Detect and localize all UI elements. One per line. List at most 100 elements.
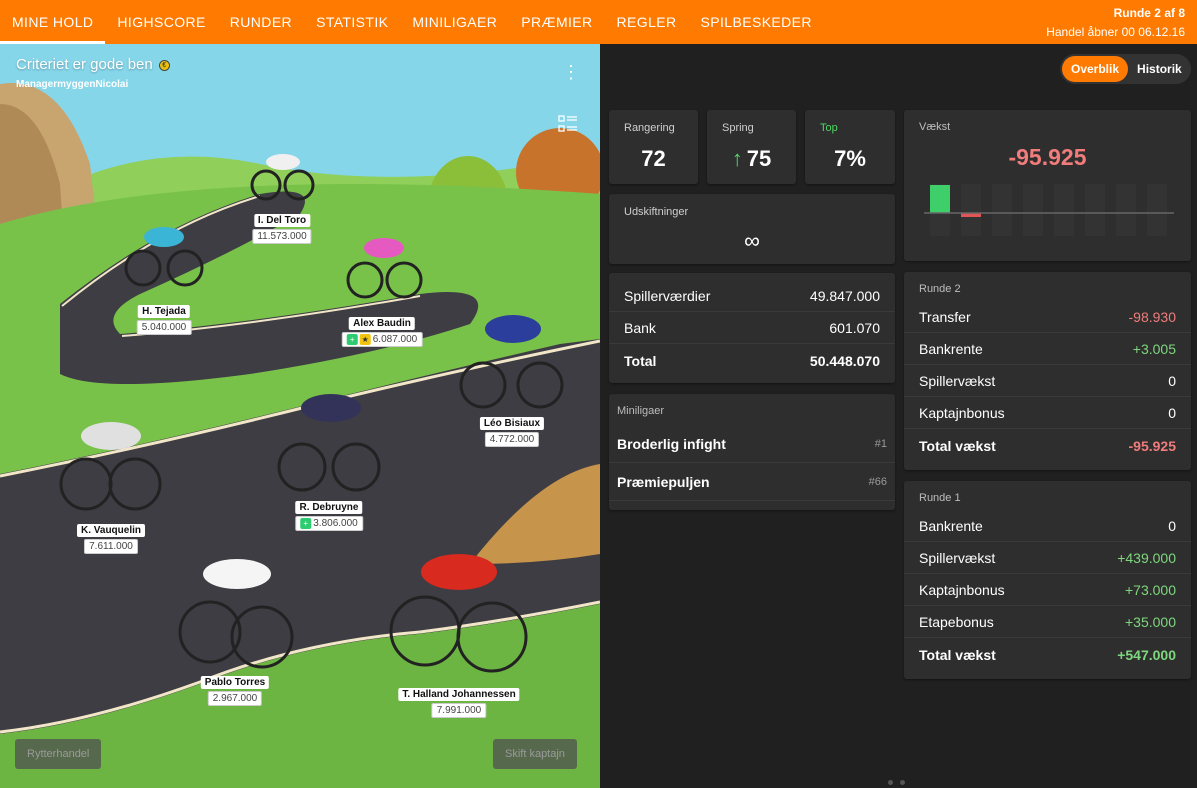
top-label: Top bbox=[820, 122, 838, 134]
row-value: +73.000 bbox=[1125, 581, 1176, 598]
player-growth-row: Spillervækst 0 bbox=[904, 365, 1191, 397]
growth-bar bbox=[930, 185, 950, 213]
row-value: 50.448.070 bbox=[809, 353, 880, 369]
growth-card: Vækst -95.925 bbox=[904, 110, 1191, 261]
page-dots bbox=[888, 772, 912, 788]
coin-icon: € bbox=[158, 59, 170, 71]
rider-value: + ★ 6.087.000 bbox=[341, 332, 423, 348]
rider-name: Pablo Torres bbox=[200, 676, 270, 689]
jump-value: 75 bbox=[746, 146, 772, 171]
row-value: +35.000 bbox=[1125, 613, 1176, 630]
rider-value: 7.611.000 bbox=[84, 539, 138, 554]
total-growth-row: Total vækst -95.925 bbox=[904, 430, 1191, 462]
minileague-row[interactable]: Præmiepuljen #66 bbox=[609, 463, 895, 501]
captain-bonus-row: Kaptajnbonus 0 bbox=[904, 397, 1191, 429]
growth-value: -95.925 bbox=[1008, 144, 1087, 170]
value-summary-card: Spillerværdier 49.847.000 Bank 601.070 Tot… bbox=[609, 273, 895, 383]
growth-bar-chart bbox=[924, 184, 1174, 236]
row-label: Kaptajnbonus bbox=[919, 404, 1005, 421]
bank-row: Bank 601.070 bbox=[609, 312, 895, 344]
growth-bar-slot bbox=[1023, 184, 1043, 236]
round-1-card: Runde 1 Bankrente 0 Spillervækst +439.000 … bbox=[904, 481, 1191, 679]
nav-statistik[interactable]: STATISTIK bbox=[304, 0, 400, 44]
nav-highscore[interactable]: HIGHSCORE bbox=[105, 0, 217, 44]
nav-praemier[interactable]: PRÆMIER bbox=[509, 0, 604, 44]
app-root: MINE HOLD HIGHSCORE RUNDER STATISTIK MIN… bbox=[0, 0, 1197, 788]
rider-name: Léo Bisiaux bbox=[479, 417, 545, 430]
team-title: Criteriet er gode ben € bbox=[16, 56, 170, 73]
change-captain-button[interactable]: Skift kaptajn bbox=[493, 739, 577, 769]
arrow-up-icon: ↑ bbox=[731, 146, 743, 171]
nav-miniligaer[interactable]: MINILIGAER bbox=[400, 0, 509, 44]
rider-card[interactable]: Pablo Torres 2.967.000 bbox=[200, 672, 270, 706]
nav-regler[interactable]: REGLER bbox=[605, 0, 689, 44]
rider-name: T. Halland Johannessen bbox=[398, 688, 520, 701]
manager-name: ManagermyggenNicolai bbox=[16, 79, 129, 90]
row-value: 49.847.000 bbox=[809, 287, 880, 304]
star-badge-icon: ★ bbox=[359, 334, 371, 345]
tab-overview[interactable]: Overblik bbox=[1062, 56, 1129, 82]
minileague-row[interactable]: Broderlig infight #1 bbox=[609, 425, 895, 463]
row-value: 0 bbox=[1168, 517, 1176, 534]
plus-badge-icon: + bbox=[300, 518, 312, 529]
minileagues-label: Miniligaer bbox=[617, 405, 665, 417]
nav-runder[interactable]: RUNDER bbox=[218, 0, 304, 44]
row-label: Spillervækst bbox=[919, 549, 996, 566]
substitutions-value: ∞ bbox=[744, 228, 760, 253]
league-rank: #66 bbox=[868, 475, 887, 488]
row-label: Bankrente bbox=[919, 517, 983, 534]
substitutions-card: Udskiftninger ∞ bbox=[609, 194, 895, 264]
rider-card[interactable]: Léo Bisiaux 4.772.000 bbox=[479, 413, 545, 447]
rider-card[interactable]: I. Del Toro 11.573.000 bbox=[252, 210, 312, 244]
row-label: Total vækst bbox=[919, 438, 996, 454]
tab-history[interactable]: Historik bbox=[1128, 56, 1191, 82]
rider-value-text: 3.806.000 bbox=[313, 518, 358, 530]
rider-name: H. Tejada bbox=[138, 305, 190, 318]
total-row: Total 50.448.070 bbox=[609, 345, 895, 377]
rider-card[interactable]: R. Debruyne +3.806.000 bbox=[295, 497, 363, 532]
rider-card[interactable]: T. Halland Johannessen 7.991.000 bbox=[398, 684, 520, 718]
growth-bar-slot bbox=[1116, 184, 1136, 236]
player-values-row: Spillerværdier 49.847.000 bbox=[609, 280, 895, 312]
rider-card[interactable]: H. Tejada 5.040.000 bbox=[136, 301, 192, 335]
growth-bar-slot bbox=[992, 184, 1012, 236]
row-value: +3.005 bbox=[1132, 340, 1176, 357]
total-growth-row: Total vækst +547.000 bbox=[904, 639, 1191, 671]
row-value: -98.930 bbox=[1128, 308, 1176, 325]
nav-mine-hold[interactable]: MINE HOLD bbox=[0, 0, 106, 44]
round-1-label: Runde 1 bbox=[919, 492, 961, 504]
round-2-card: Runde 2 Transfer -98.930 Bankrente +3.005 … bbox=[904, 272, 1191, 470]
top-nav: MINE HOLD HIGHSCORE RUNDER STATISTIK MIN… bbox=[0, 0, 1197, 44]
bank-interest-row: Bankrente +3.005 bbox=[904, 333, 1191, 365]
rider-name: Alex Baudin bbox=[349, 317, 415, 330]
more-options-icon[interactable]: ⋮ bbox=[562, 63, 580, 84]
jump-label: Spring bbox=[722, 122, 754, 134]
rider-trade-button[interactable]: Rytterhandel bbox=[15, 739, 102, 769]
row-value: -95.925 bbox=[1128, 438, 1176, 454]
rider-value-text: 6.087.000 bbox=[372, 334, 418, 346]
team-scene: Criteriet er gode ben € ManagermyggenNico… bbox=[0, 44, 600, 788]
rider-value: 11.573.000 bbox=[252, 229, 312, 244]
round-2-label: Runde 2 bbox=[919, 283, 961, 295]
row-label: Etapebonus bbox=[919, 613, 994, 630]
growth-bar-slot bbox=[1147, 184, 1167, 236]
top-value: 7% bbox=[834, 146, 866, 171]
list-view-icon[interactable] bbox=[558, 114, 578, 134]
row-label: Spillerværdier bbox=[624, 287, 711, 304]
row-label: Bankrente bbox=[919, 340, 983, 357]
row-value: 0 bbox=[1168, 404, 1176, 421]
substitutions-label: Udskiftninger bbox=[624, 206, 689, 218]
view-toggle: Overblik Historik bbox=[1060, 54, 1191, 84]
stage-bonus-row: Etapebonus +35.000 bbox=[904, 606, 1191, 638]
row-label: Kaptajnbonus bbox=[919, 581, 1005, 598]
rider-card[interactable]: Alex Baudin + ★ 6.087.000 bbox=[341, 313, 423, 348]
minileagues-card: Miniligaer Broderlig infight #1 Præmiepul… bbox=[609, 394, 895, 510]
nav-spilbeskeder[interactable]: SPILBESKEDER bbox=[689, 0, 824, 44]
ranking-label: Rangering bbox=[624, 122, 675, 134]
row-value: 0 bbox=[1168, 372, 1176, 389]
jump-value-wrap: ↑ 75 bbox=[707, 146, 796, 172]
page-dot[interactable] bbox=[888, 780, 893, 785]
page-dot[interactable] bbox=[900, 780, 905, 785]
rider-name: I. Del Toro bbox=[253, 214, 311, 227]
rider-card[interactable]: K. Vauquelin 7.611.000 bbox=[76, 520, 146, 554]
